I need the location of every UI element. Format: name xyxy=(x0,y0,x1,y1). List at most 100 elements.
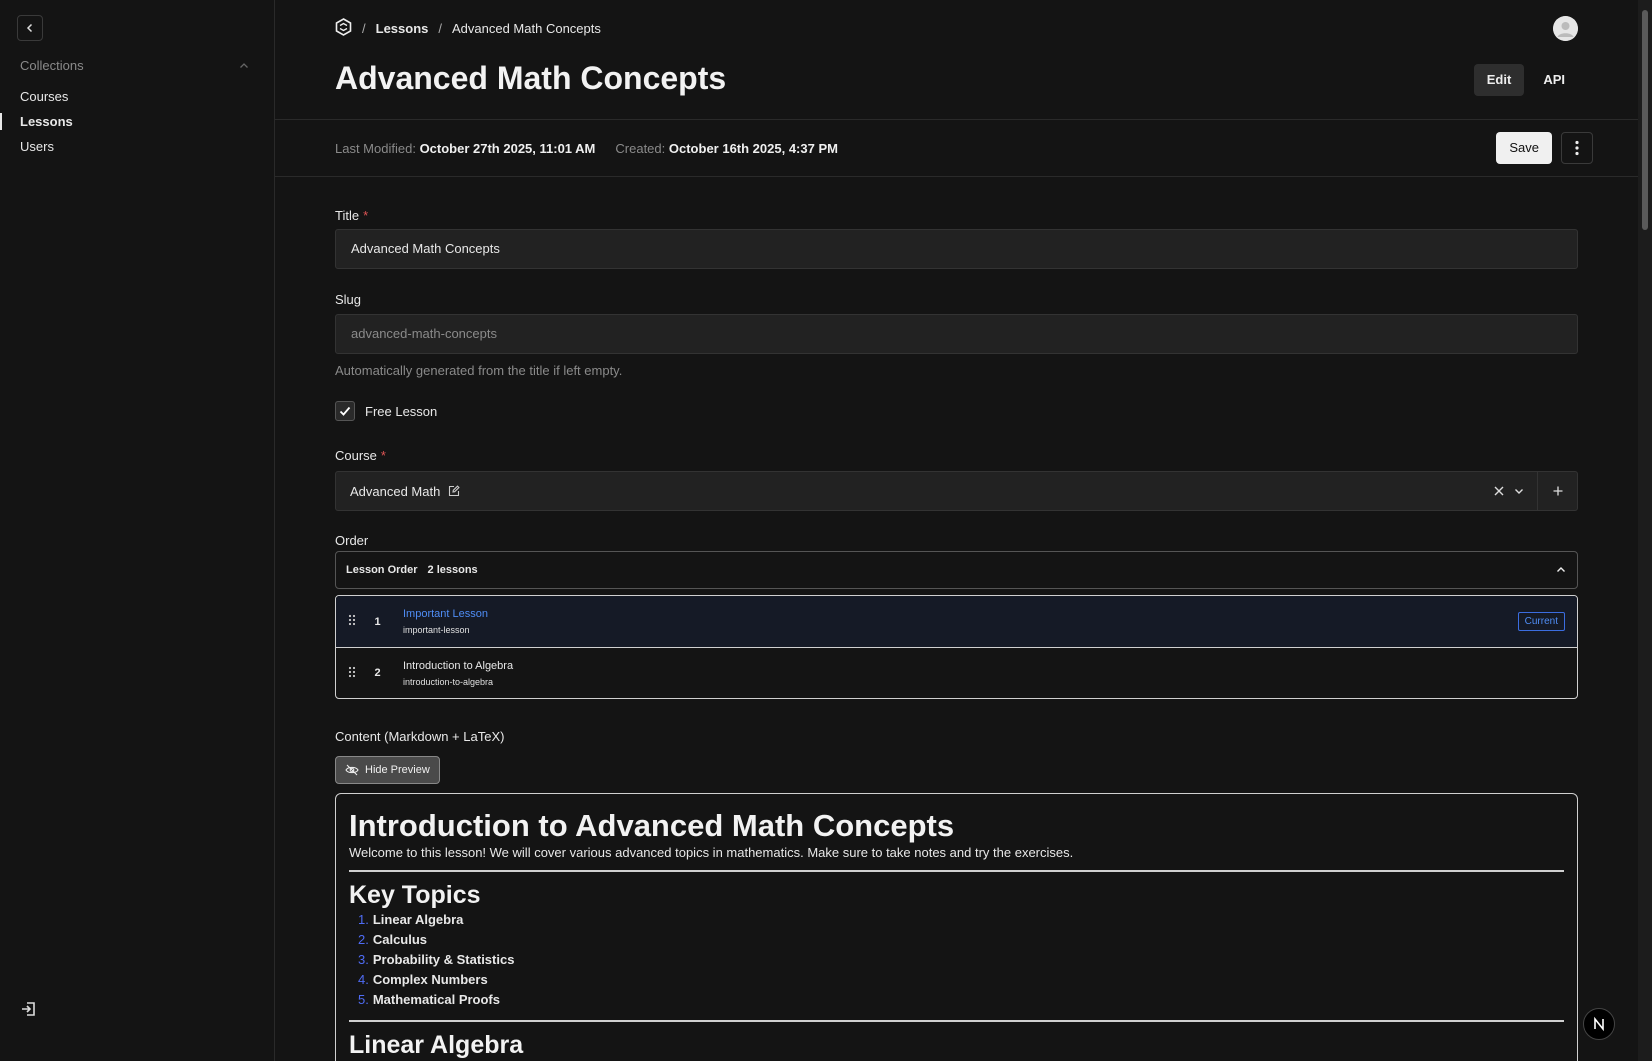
app-root: Collections Courses Lessons Users / Less… xyxy=(0,0,1652,1061)
collections-label: Collections xyxy=(20,58,84,73)
lesson-slug: introduction-to-algebra xyxy=(403,676,494,687)
breadcrumb-separator: / xyxy=(362,21,366,36)
kebab-menu-icon xyxy=(1575,140,1579,156)
list-item: 3. Probability & Statistics xyxy=(358,950,1564,970)
check-icon xyxy=(339,406,351,416)
current-badge: Current xyxy=(1517,612,1565,631)
lesson-order-list: 1 Important Lesson important-lesson Curr… xyxy=(335,595,1578,699)
page-scrollbar[interactable] xyxy=(1638,0,1652,1061)
divider xyxy=(349,1020,1564,1022)
sidebar-item-courses[interactable]: Courses xyxy=(0,84,274,109)
hide-preview-button[interactable]: Hide Preview xyxy=(335,756,440,784)
lesson-title: Important Lesson xyxy=(403,608,488,620)
topic-index: 5. xyxy=(358,992,369,1007)
topic-text: Mathematical Proofs xyxy=(372,992,500,1007)
topic-index: 1. xyxy=(358,912,369,927)
document-meta-bar: Last Modified: October 27th 2025, 11:01 … xyxy=(275,119,1638,177)
title-label: Title * xyxy=(335,208,368,223)
list-item: 1. Linear Algebra xyxy=(358,910,1564,930)
save-button[interactable]: Save xyxy=(1496,132,1552,164)
title-label-text: Title xyxy=(335,208,360,223)
sidebar-item-lessons[interactable]: Lessons xyxy=(0,109,274,134)
preview-heading-linear-algebra: Linear Algebra xyxy=(349,1031,524,1059)
topic-index: 3. xyxy=(358,952,369,967)
plus-icon xyxy=(1553,486,1562,496)
logout-icon xyxy=(22,1002,35,1016)
slug-label: Slug xyxy=(335,292,362,307)
more-options-button[interactable] xyxy=(1561,132,1593,164)
last-modified-value: October 27th 2025, 11:01 AM xyxy=(419,141,596,156)
list-item[interactable]: 1 Important Lesson important-lesson Curr… xyxy=(336,596,1577,647)
topic-text: Probability & Statistics xyxy=(372,952,515,967)
free-lesson-checkbox[interactable] xyxy=(335,401,355,421)
nextjs-icon xyxy=(1594,1016,1604,1032)
course-label-text: Course xyxy=(335,448,377,463)
topics-list: 1. Linear Algebra 2. Calculus 3. Probabilit… xyxy=(358,910,1564,1010)
page-title: Advanced Math Concepts xyxy=(335,60,727,96)
add-course-button[interactable] xyxy=(1537,472,1577,510)
free-lesson-row: Free Lesson xyxy=(335,401,437,421)
tab-edit[interactable]: Edit xyxy=(1473,64,1525,96)
created: Created: October 16th 2025, 4:37 PM xyxy=(615,141,838,156)
breadcrumb-lessons-link[interactable]: Lessons xyxy=(376,21,429,36)
course-label: Course * xyxy=(335,448,386,463)
drag-handle-icon[interactable] xyxy=(348,614,360,629)
list-item: 4. Complex Numbers xyxy=(358,970,1564,990)
created-label: Created: xyxy=(615,141,666,156)
lesson-number: 1 xyxy=(374,615,381,628)
lesson-title: Introduction to Algebra xyxy=(403,659,514,672)
course-select[interactable]: Advanced Math xyxy=(335,471,1578,511)
content-label: Content (Markdown + LaTeX) xyxy=(335,729,505,744)
topic-index: 2. xyxy=(358,932,369,947)
divider xyxy=(349,870,1564,872)
sidebar-collapse-button[interactable] xyxy=(17,15,43,41)
lesson-order-header[interactable]: Lesson Order 2 lessons xyxy=(335,551,1578,589)
order-label: Order xyxy=(335,533,369,548)
list-item[interactable]: 2 Introduction to Algebra introduction-t… xyxy=(336,647,1577,698)
required-marker: * xyxy=(363,208,369,223)
sidebar-nav: Courses Lessons Users xyxy=(0,84,274,159)
edit-icon[interactable] xyxy=(448,485,461,497)
required-marker: * xyxy=(380,448,386,463)
eye-off-icon xyxy=(345,764,359,776)
chevron-left-icon xyxy=(26,23,33,33)
lesson-number: 2 xyxy=(374,667,381,679)
collections-header[interactable]: Collections xyxy=(20,58,250,73)
hide-preview-label: Hide Preview xyxy=(365,764,430,776)
document-meta: Last Modified: October 27th 2025, 11:01 … xyxy=(335,141,838,156)
sidebar-item-users[interactable]: Users xyxy=(0,134,274,159)
topic-index: 4. xyxy=(358,972,369,987)
lesson-order-title: Lesson Order xyxy=(346,564,418,576)
breadcrumb-separator: / xyxy=(438,21,442,36)
last-modified-label: Last Modified: xyxy=(335,141,416,156)
preview-heading-topics: Key Topics xyxy=(349,881,481,909)
chevron-down-icon[interactable] xyxy=(1513,485,1525,497)
topic-text: Complex Numbers xyxy=(372,972,488,987)
logout-button[interactable] xyxy=(20,1000,40,1020)
tab-api[interactable]: API xyxy=(1530,64,1578,96)
breadcrumb-current: Advanced Math Concepts xyxy=(452,21,601,36)
view-tabs: Edit API xyxy=(1473,64,1578,96)
slug-field[interactable]: advanced-math-concepts xyxy=(335,314,1578,354)
sidebar: Collections Courses Lessons Users xyxy=(0,0,275,1061)
avatar[interactable] xyxy=(1553,16,1578,41)
drag-handle-icon[interactable] xyxy=(348,666,360,681)
lesson-order-count: 2 lessons xyxy=(427,564,478,576)
preview-intro: Welcome to this lesson! We will cover va… xyxy=(349,845,1074,860)
slug-hint: Automatically generated from the title i… xyxy=(335,363,623,378)
clear-icon[interactable] xyxy=(1493,485,1505,497)
course-select-controls xyxy=(1493,472,1537,510)
scrollbar-thumb[interactable] xyxy=(1642,10,1648,230)
last-modified: Last Modified: October 27th 2025, 11:01 … xyxy=(335,141,595,156)
free-lesson-label[interactable]: Free Lesson xyxy=(365,404,437,419)
topic-text: Calculus xyxy=(372,932,428,947)
title-field[interactable]: Advanced Math Concepts xyxy=(335,229,1578,269)
markdown-preview: Introduction to Advanced Math Concepts W… xyxy=(335,793,1578,1061)
logo-icon[interactable] xyxy=(335,18,352,39)
breadcrumb: / Lessons / Advanced Math Concepts xyxy=(335,18,601,39)
topic-text: Linear Algebra xyxy=(372,912,464,927)
nextjs-dev-indicator[interactable] xyxy=(1583,1008,1615,1040)
chevron-up-icon xyxy=(1557,567,1565,572)
course-select-value[interactable]: Advanced Math xyxy=(336,472,1493,510)
lesson-info: Introduction to Algebra introduction-to-… xyxy=(395,660,513,687)
